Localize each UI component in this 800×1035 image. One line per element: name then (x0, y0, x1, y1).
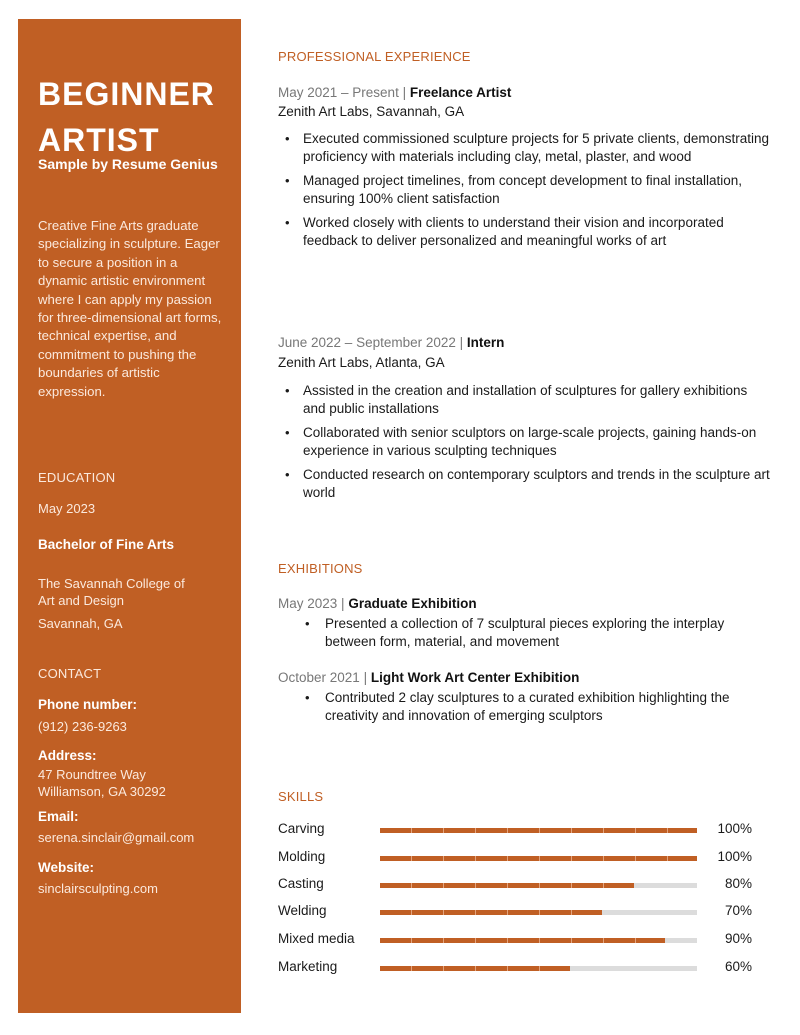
bullet-item: Conducted research on contemporary sculp… (278, 466, 773, 503)
exhibition-title: Light Work Art Center Exhibition (370, 670, 580, 685)
skill-row: Welding 70% (278, 903, 758, 923)
exhibition-bullets: Contributed 2 clay sculptures to a curat… (278, 689, 773, 726)
bullet-item: Presented a collection of 7 sculptural p… (278, 615, 773, 652)
skill-row: Casting 80% (278, 876, 758, 896)
skills-heading: SKILLS (278, 789, 324, 804)
job-title: Freelance Artist (409, 85, 512, 100)
skill-percent: 100% (717, 849, 752, 864)
title-line-2: ARTIST (38, 122, 160, 158)
summary: Creative Fine Arts graduate specializing… (38, 218, 222, 399)
skill-row: Marketing 60% (278, 959, 758, 979)
experience-heading: PROFESSIONAL EXPERIENCE (278, 49, 471, 64)
skill-bar-track (380, 910, 697, 915)
exhibition-bullets: Presented a collection of 7 sculptural p… (278, 615, 773, 652)
education-heading: EDUCATION (38, 470, 116, 485)
exhibition-title: Graduate Exhibition (348, 596, 477, 611)
job-bullets: Executed commissioned sculpture projects… (278, 130, 773, 256)
website-link[interactable]: sinclairsculpting.com (38, 881, 158, 898)
job-header: May 2021 – Present | Freelance Artist (278, 85, 511, 100)
skill-label: Marketing (278, 959, 338, 974)
website-label: Website: (38, 860, 95, 875)
skill-label: Mixed media (278, 931, 355, 946)
skill-bar-fill (380, 938, 666, 943)
education-date: May 2023 (38, 501, 96, 516)
job-company: Zenith Art Labs, Atlanta, GA (278, 355, 445, 370)
email-link[interactable]: serena.sinclair@gmail.com (38, 830, 194, 847)
job-date: June 2022 – September 2022 (278, 335, 456, 350)
school-line-2: Art and Design (38, 592, 124, 608)
education-school: The Savannah College of Art and Design (38, 576, 185, 609)
job-company: Zenith Art Labs, Savannah, GA (278, 104, 465, 119)
skill-row: Mixed media 90% (278, 931, 758, 951)
address-value: 47 Roundtree Way Williamson, GA 30292 (38, 767, 166, 800)
skill-bar-fill (380, 966, 571, 971)
bullet-item: Managed project timelines, from concept … (278, 172, 773, 209)
skill-row: Molding 100% (278, 849, 758, 869)
exhibition-header: October 2021 | Light Work Art Center Exh… (278, 670, 579, 685)
title-line-1: BEGINNER (38, 76, 215, 112)
job-title: Intern (466, 335, 505, 350)
skill-label: Molding (278, 849, 326, 864)
skill-bar-track (380, 856, 697, 861)
sidebar: BEGINNER ARTIST Sample by Resume Genius … (18, 19, 241, 1013)
contact-heading: CONTACT (38, 666, 102, 681)
bullet-item: Contributed 2 clay sculptures to a curat… (278, 689, 773, 726)
byline: Sample by Resume Genius (38, 156, 218, 172)
skill-percent: 60% (724, 959, 752, 974)
bullet-item: Worked closely with clients to understan… (278, 214, 773, 251)
resume-title: BEGINNER ARTIST (38, 71, 215, 163)
skill-percent: 100% (717, 821, 752, 836)
skill-bar-track (380, 883, 697, 888)
education-degree: Bachelor of Fine Arts (38, 537, 175, 552)
phone-value: (912) 236-9263 (38, 719, 127, 734)
job-date: May 2021 – Present (278, 85, 399, 100)
education-location: Savannah, GA (38, 616, 123, 631)
skill-label: Carving (278, 821, 325, 836)
job-header: June 2022 – September 2022 | Intern (278, 335, 504, 350)
address-line-1: 47 Roundtree Way (38, 767, 146, 782)
bullet-item: Collaborated with senior sculptors on la… (278, 424, 773, 461)
skill-label: Casting (278, 876, 324, 891)
skill-bar-track (380, 828, 697, 833)
skill-row: Carving 100% (278, 821, 758, 841)
bullet-item: Assisted in the creation and installatio… (278, 382, 773, 419)
address-label: Address: (38, 748, 97, 763)
exhibition-date: May 2023 (278, 596, 338, 611)
skill-bar-fill (380, 883, 634, 888)
skill-bar-track (380, 938, 697, 943)
skill-bar-fill (380, 828, 697, 833)
exhibitions-heading: EXHIBITIONS (278, 561, 363, 576)
separator: | (359, 670, 371, 685)
exhibition-date: October 2021 (278, 670, 360, 685)
email-label: Email: (38, 809, 79, 824)
address-line-2: Williamson, GA 30292 (38, 783, 166, 799)
skill-bar-track (380, 966, 697, 971)
exhibition-header: May 2023 | Graduate Exhibition (278, 596, 477, 611)
job-bullets: Assisted in the creation and installatio… (278, 382, 773, 508)
school-line-1: The Savannah College of (38, 576, 185, 591)
phone-label: Phone number: (38, 697, 138, 712)
separator: | (337, 596, 349, 611)
skill-percent: 90% (724, 931, 752, 946)
separator: | (455, 335, 467, 350)
skill-percent: 80% (724, 876, 752, 891)
skill-label: Welding (278, 903, 327, 918)
skill-bar-fill (380, 910, 602, 915)
skill-percent: 70% (724, 903, 752, 918)
separator: | (398, 85, 410, 100)
skill-bar-fill (380, 856, 697, 861)
bullet-item: Executed commissioned sculpture projects… (278, 130, 773, 167)
